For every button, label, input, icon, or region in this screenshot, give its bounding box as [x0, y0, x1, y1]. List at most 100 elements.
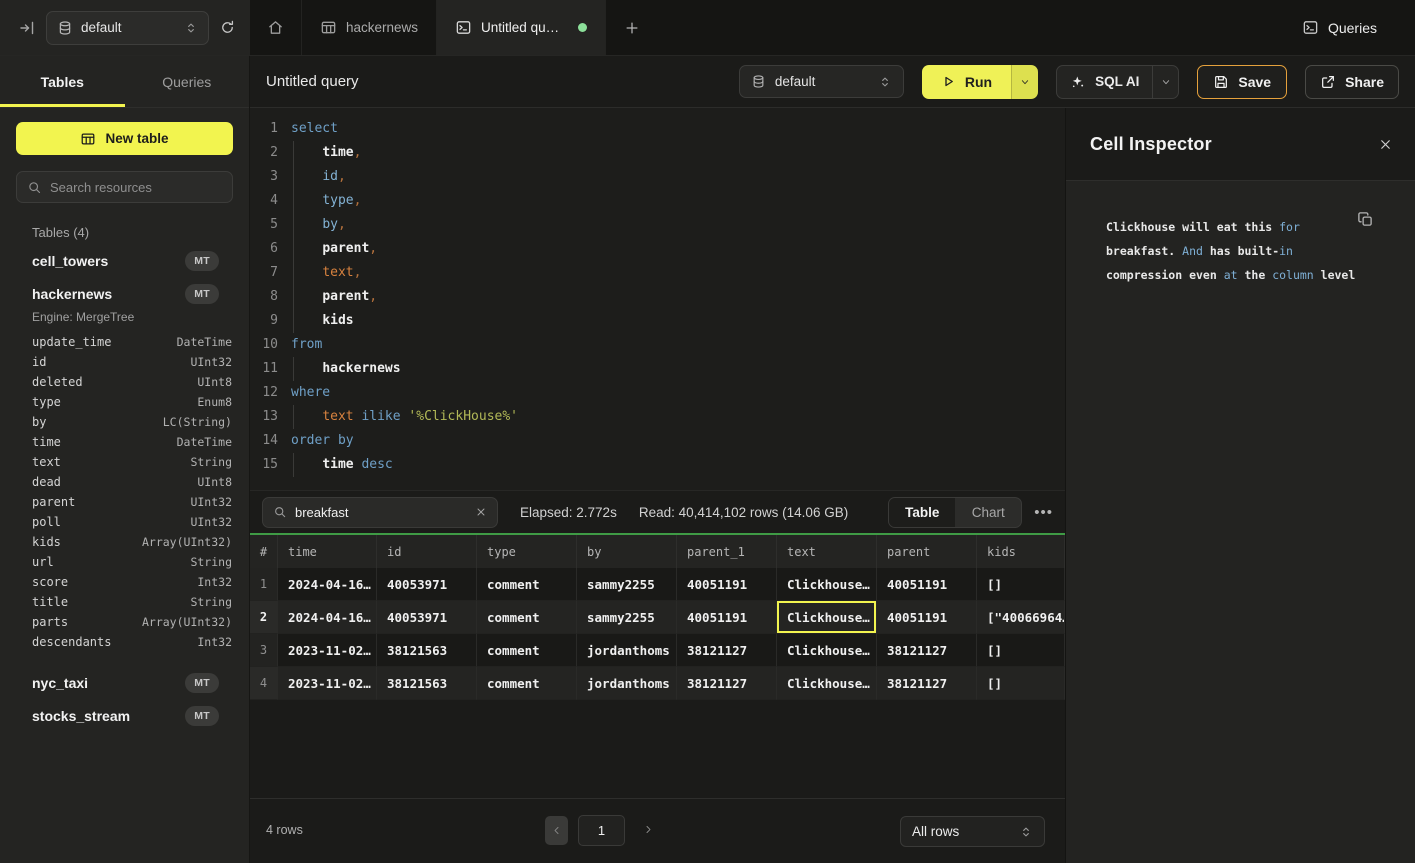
new-tab-button[interactable]	[606, 0, 658, 55]
refresh-icon[interactable]	[219, 19, 236, 36]
table-cell[interactable]: 2024-04-16…	[278, 601, 377, 634]
table-cell[interactable]: 40053971	[377, 568, 477, 601]
schema-column-row[interactable]: textString	[0, 452, 249, 472]
schema-column-row[interactable]: partsArray(UInt32)	[0, 612, 249, 632]
code-line[interactable]: 14order by	[250, 429, 1065, 453]
close-icon[interactable]	[1378, 137, 1393, 152]
table-cell[interactable]: Clickhouse…	[777, 634, 877, 667]
sidebar-table-hackernews[interactable]: hackernews MT	[0, 277, 249, 310]
code-line[interactable]: 15 time desc	[250, 453, 1065, 477]
table-cell[interactable]: jordanthoms	[577, 667, 677, 700]
tab-hackernews[interactable]: hackernews	[302, 0, 437, 55]
code-line[interactable]: 3 id,	[250, 165, 1065, 189]
code-line[interactable]: 1select	[250, 117, 1065, 141]
code-line[interactable]: 6 parent,	[250, 237, 1065, 261]
sidebar-tab-tables[interactable]: Tables	[0, 56, 125, 107]
sql-ai-button[interactable]: SQL AI	[1057, 74, 1152, 90]
table-cell[interactable]: 38121563	[377, 667, 477, 700]
tab-home[interactable]	[250, 0, 302, 55]
collapse-sidebar-icon[interactable]	[18, 19, 36, 37]
schema-column-row[interactable]: parentUInt32	[0, 492, 249, 512]
copy-icon[interactable]	[1357, 211, 1373, 227]
table-cell[interactable]: []	[977, 634, 1065, 667]
page-number-input[interactable]: 1	[578, 815, 625, 846]
table-cell[interactable]: sammy2255	[577, 568, 677, 601]
sidebar-tab-queries[interactable]: Queries	[125, 56, 250, 107]
schema-column-row[interactable]: descendantsInt32	[0, 632, 249, 652]
table-cell[interactable]: Clickhouse…	[777, 568, 877, 601]
schema-column-row[interactable]: deletedUInt8	[0, 372, 249, 392]
column-header[interactable]: text	[777, 535, 877, 568]
table-cell[interactable]: []	[977, 667, 1065, 700]
schema-column-row[interactable]: scoreInt32	[0, 572, 249, 592]
new-table-button[interactable]: New table	[16, 122, 233, 155]
view-tab-chart[interactable]: Chart	[955, 498, 1021, 527]
queries-button[interactable]: Queries	[1302, 19, 1377, 36]
code-line[interactable]: 9 kids	[250, 309, 1065, 333]
table-cell[interactable]: Clickhouse…	[777, 667, 877, 700]
schema-column-row[interactable]: update_timeDateTime	[0, 332, 249, 352]
column-header[interactable]: time	[278, 535, 377, 568]
sql-editor[interactable]: 1select2 time,3 id,4 type,5 by,6 parent,…	[250, 108, 1065, 490]
schema-column-row[interactable]: timeDateTime	[0, 432, 249, 452]
column-header[interactable]: id	[377, 535, 477, 568]
more-options-icon[interactable]: •••	[1034, 505, 1053, 520]
clear-search-icon[interactable]	[475, 506, 487, 518]
next-page-button[interactable]	[643, 822, 654, 840]
schema-column-row[interactable]: urlString	[0, 552, 249, 572]
code-line[interactable]: 7 text,	[250, 261, 1065, 285]
schema-column-row[interactable]: deadUInt8	[0, 472, 249, 492]
table-cell[interactable]: sammy2255	[577, 601, 677, 634]
share-button[interactable]: Share	[1305, 65, 1399, 99]
table-cell[interactable]: comment	[477, 601, 577, 634]
sidebar-table-cell-towers[interactable]: cell_towers MT	[0, 244, 249, 277]
code-line[interactable]: 13 text ilike '%ClickHouse%'	[250, 405, 1065, 429]
column-header[interactable]: parent	[877, 535, 977, 568]
tab-untitled-query[interactable]: Untitled qu…	[437, 0, 606, 55]
table-cell[interactable]: []	[977, 568, 1065, 601]
column-header[interactable]: #	[250, 535, 278, 568]
code-line[interactable]: 12where	[250, 381, 1065, 405]
cell-value-text[interactable]: Clickhouse will eat this for breakfast. …	[1106, 215, 1362, 287]
run-options-button[interactable]	[1011, 65, 1038, 99]
run-button[interactable]: Run	[922, 65, 1011, 99]
view-tab-table[interactable]: Table	[889, 498, 955, 527]
page-size-select[interactable]: All rows	[900, 816, 1045, 847]
table-cell[interactable]: 40051191	[677, 568, 777, 601]
code-line[interactable]: 10from	[250, 333, 1065, 357]
table-cell[interactable]: 38121127	[677, 667, 777, 700]
result-filter-input[interactable]	[295, 505, 467, 520]
table-cell[interactable]: comment	[477, 667, 577, 700]
schema-column-row[interactable]: idUInt32	[0, 352, 249, 372]
sidebar-table-stocks-stream[interactable]: stocks_stream MT	[0, 699, 249, 732]
prev-page-button[interactable]	[545, 816, 568, 845]
table-cell[interactable]: 40051191	[877, 568, 977, 601]
table-cell[interactable]: ["40066964…	[977, 601, 1065, 634]
toolbar-connection-select[interactable]: default	[739, 65, 904, 98]
schema-column-row[interactable]: pollUInt32	[0, 512, 249, 532]
table-cell[interactable]: 2024-04-16…	[278, 568, 377, 601]
code-line[interactable]: 4 type,	[250, 189, 1065, 213]
table-cell[interactable]: 38121127	[877, 667, 977, 700]
table-cell[interactable]: 38121563	[377, 634, 477, 667]
table-cell[interactable]: 2023-11-02…	[278, 634, 377, 667]
table-cell[interactable]: 38121127	[877, 634, 977, 667]
column-header[interactable]: parent_1	[677, 535, 777, 568]
schema-column-row[interactable]: titleString	[0, 592, 249, 612]
code-line[interactable]: 8 parent,	[250, 285, 1065, 309]
save-button[interactable]: Save	[1197, 65, 1287, 99]
schema-column-row[interactable]: typeEnum8	[0, 392, 249, 412]
schema-column-row[interactable]: byLC(String)	[0, 412, 249, 432]
column-header[interactable]: type	[477, 535, 577, 568]
connection-select[interactable]: default	[46, 11, 209, 45]
schema-column-row[interactable]: kidsArray(UInt32)	[0, 532, 249, 552]
sidebar-table-nyc-taxi[interactable]: nyc_taxi MT	[0, 666, 249, 699]
table-cell[interactable]: comment	[477, 634, 577, 667]
code-line[interactable]: 5 by,	[250, 213, 1065, 237]
code-line[interactable]: 2 time,	[250, 141, 1065, 165]
table-cell[interactable]: 40053971	[377, 601, 477, 634]
table-cell[interactable]: 2023-11-02…	[278, 667, 377, 700]
table-cell[interactable]: comment	[477, 568, 577, 601]
sql-ai-options-button[interactable]	[1152, 66, 1178, 98]
selected-table-cell[interactable]: Clickhouse…	[777, 601, 877, 634]
